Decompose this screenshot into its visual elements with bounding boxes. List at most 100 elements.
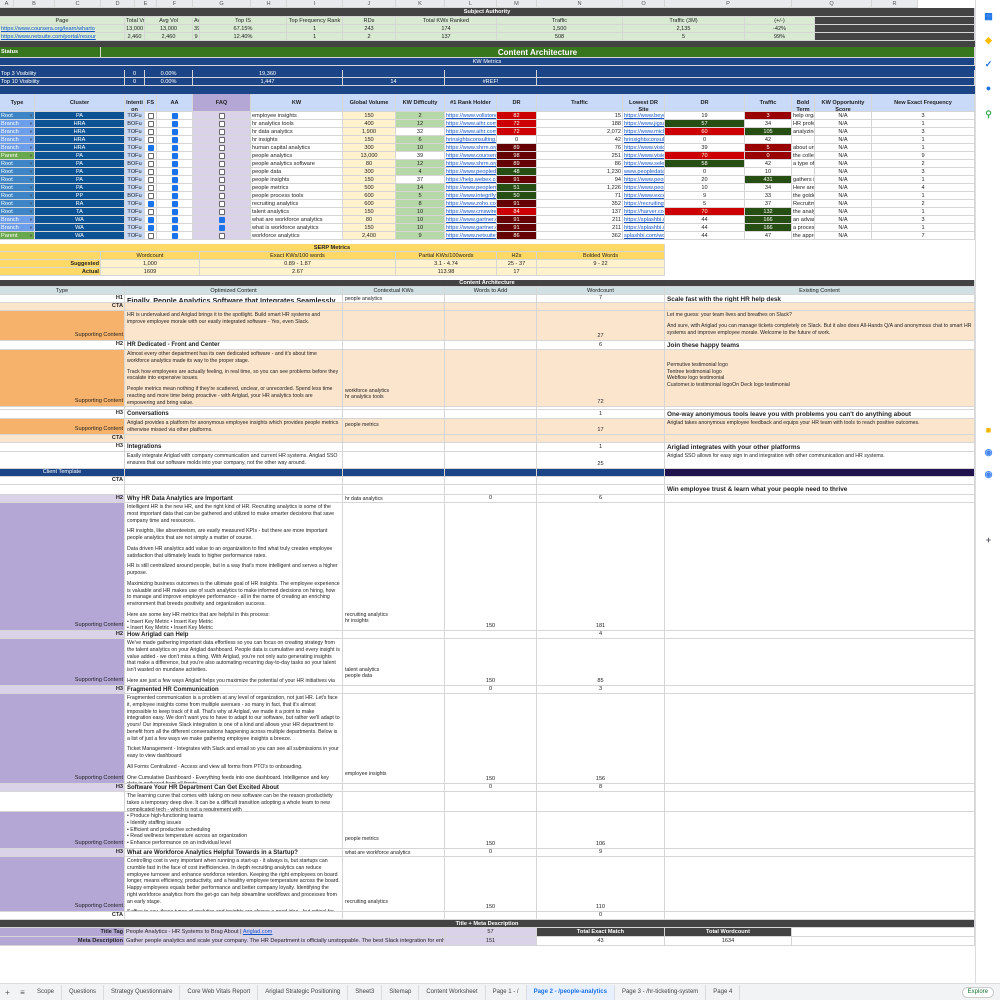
contextual-kws[interactable]: recruiting analytics xyxy=(343,857,445,912)
traffic-value[interactable]: 431 xyxy=(745,176,792,184)
wordcount[interactable]: 110 xyxy=(537,857,665,912)
contextual-kws[interactable]: what are workforce analytics xyxy=(343,849,445,857)
wordcount[interactable]: 6 xyxy=(537,341,665,350)
subject-value[interactable]: 2 xyxy=(343,33,396,41)
checkbox[interactable] xyxy=(171,144,178,151)
kw-cell[interactable] xyxy=(193,216,251,224)
wordcount[interactable]: 156 xyxy=(537,694,665,784)
words-to-add[interactable] xyxy=(445,792,537,812)
kw-cell[interactable]: 3 xyxy=(872,112,975,120)
words-to-add[interactable] xyxy=(445,419,537,435)
kw-type-select[interactable]: Branch ▼ xyxy=(0,224,35,232)
kw-type-select[interactable]: Branch ▼ xyxy=(0,136,35,144)
rank-holder-link[interactable]: https://www.integrify.co xyxy=(445,192,497,200)
wordcount[interactable]: 0 xyxy=(537,912,665,920)
optimized-content[interactable]: Software Your HR Department Can Get Exci… xyxy=(125,784,343,792)
sheet-grid[interactable]: A B C D E F G H I J K L M N O P Q R Subject Authority Page T… xyxy=(0,0,975,983)
kw-cell[interactable] xyxy=(193,112,251,120)
dr-value[interactable]: 91 xyxy=(497,224,537,232)
serp-value[interactable]: 3.1 - 4.74 xyxy=(396,260,497,268)
checkbox[interactable] xyxy=(147,112,154,119)
kw-cluster[interactable]: PA xyxy=(35,176,125,184)
optimized-content[interactable]: Easily integrate Ariglad with company co… xyxy=(125,452,343,469)
kw-cell[interactable]: 3 xyxy=(872,216,975,224)
checkbox[interactable] xyxy=(218,160,225,167)
kw-volume[interactable]: 500 xyxy=(343,184,396,192)
dr-value[interactable]: 10 xyxy=(665,184,745,192)
subject-value[interactable]: 174 xyxy=(396,25,497,33)
checkbox[interactable] xyxy=(147,136,154,143)
serp-value[interactable]: 1609 xyxy=(101,268,200,276)
kw-difficulty[interactable]: 8 xyxy=(396,200,445,208)
kw-keyword[interactable]: what is workforce analytics xyxy=(251,224,343,232)
kw-cell[interactable]: N/A xyxy=(815,120,872,128)
contextual-kws[interactable] xyxy=(343,784,445,792)
kw-cell[interactable] xyxy=(157,112,193,120)
kw-volume[interactable]: 300 xyxy=(343,144,396,152)
kw-intention-select[interactable]: TOFu▼ xyxy=(125,208,145,216)
kw-intention-select[interactable]: TOFu▼ xyxy=(125,224,145,232)
kw-keyword[interactable]: people process tools xyxy=(251,192,343,200)
checkbox[interactable] xyxy=(171,216,178,223)
kw-cell[interactable]: the collection and applica xyxy=(792,152,815,160)
kw-cell[interactable] xyxy=(145,224,157,232)
checkbox[interactable] xyxy=(147,200,154,207)
existing-content[interactable] xyxy=(665,686,975,694)
optimized-content[interactable] xyxy=(125,469,343,477)
rank-holder-link[interactable]: https://www.vollstone xyxy=(445,112,497,120)
rank-holder-link[interactable]: https://www.shrm.org/r xyxy=(445,160,497,168)
traffic-value[interactable]: 42 xyxy=(537,136,623,144)
kw-cell[interactable]: N/A xyxy=(815,136,872,144)
kw-cell[interactable]: N/A xyxy=(815,216,872,224)
existing-content[interactable] xyxy=(665,469,975,477)
words-to-add[interactable]: 0 xyxy=(445,495,537,503)
kw-cell[interactable]: the golden triangle xyxy=(792,192,815,200)
rank-holder-link[interactable]: https://www.gartner.co xyxy=(445,216,497,224)
dr-value[interactable]: 19 xyxy=(665,112,745,120)
existing-content[interactable] xyxy=(665,631,975,639)
plus-icon[interactable]: + xyxy=(982,534,995,547)
kw-intention-select[interactable]: BOFu▼ xyxy=(125,160,145,168)
kw-type-select[interactable]: Root ▼ xyxy=(0,200,35,208)
sheet-tab[interactable]: Page 1 - / xyxy=(486,984,527,1000)
checkbox[interactable] xyxy=(171,224,178,231)
rank-holder-link[interactable]: https://www.coursera.o xyxy=(445,152,497,160)
subject-value[interactable]: 137 xyxy=(396,33,497,41)
traffic-value[interactable]: 5 xyxy=(745,144,792,152)
kw-keyword[interactable]: employee insights xyxy=(251,112,343,120)
column-header-p[interactable]: P xyxy=(665,0,792,8)
column-header-g[interactable]: G xyxy=(193,0,251,8)
dr-value[interactable]: 70 xyxy=(665,208,745,216)
wordcount[interactable]: 106 xyxy=(537,812,665,849)
kw-cell[interactable] xyxy=(145,176,157,184)
kw-metric-value[interactable]: 0 xyxy=(125,78,145,86)
kw-intention-select[interactable]: TOFu▼ xyxy=(125,184,145,192)
kw-table-header[interactable]: Traffic xyxy=(537,94,623,112)
existing-content[interactable] xyxy=(665,503,975,631)
wordcount[interactable]: 7 xyxy=(537,295,665,303)
contextual-kws[interactable]: people analytics xyxy=(343,295,445,303)
kw-cluster[interactable]: RA xyxy=(35,200,125,208)
optimized-content[interactable] xyxy=(125,485,343,495)
kw-cell[interactable]: N/A xyxy=(815,144,872,152)
traffic-value[interactable]: 10 xyxy=(745,168,792,176)
optimized-content[interactable]: We've made gathering important data effo… xyxy=(125,639,343,686)
dr-value[interactable]: 0 xyxy=(497,136,537,144)
kw-type-select[interactable]: Root ▼ xyxy=(0,176,35,184)
sheet-tab[interactable]: Content Worksheet xyxy=(419,984,486,1000)
rank-holder-link[interactable]: https://www.aihr.com/b xyxy=(445,120,497,128)
contextual-kws[interactable]: recruiting analytics hr insights xyxy=(343,503,445,631)
checkbox[interactable] xyxy=(218,136,225,143)
kw-keyword[interactable]: people data xyxy=(251,168,343,176)
rank-holder-link[interactable]: https://www.beyondfeedt xyxy=(623,112,665,120)
traffic-value[interactable]: 105 xyxy=(745,128,792,136)
checkbox[interactable] xyxy=(218,216,225,223)
kw-type-select[interactable]: Root ▼ xyxy=(0,168,35,176)
subject-value[interactable]: 9 xyxy=(193,33,200,41)
chevron-down-icon[interactable]: ▼ xyxy=(29,224,33,231)
kw-intention-select[interactable]: TOFu▼ xyxy=(125,128,145,136)
rank-holder-link[interactable]: https://www.selectsoftwa xyxy=(623,160,665,168)
kw-table-header[interactable]: Intention xyxy=(125,94,145,112)
checkbox[interactable] xyxy=(147,208,154,215)
existing-content[interactable] xyxy=(665,495,975,503)
